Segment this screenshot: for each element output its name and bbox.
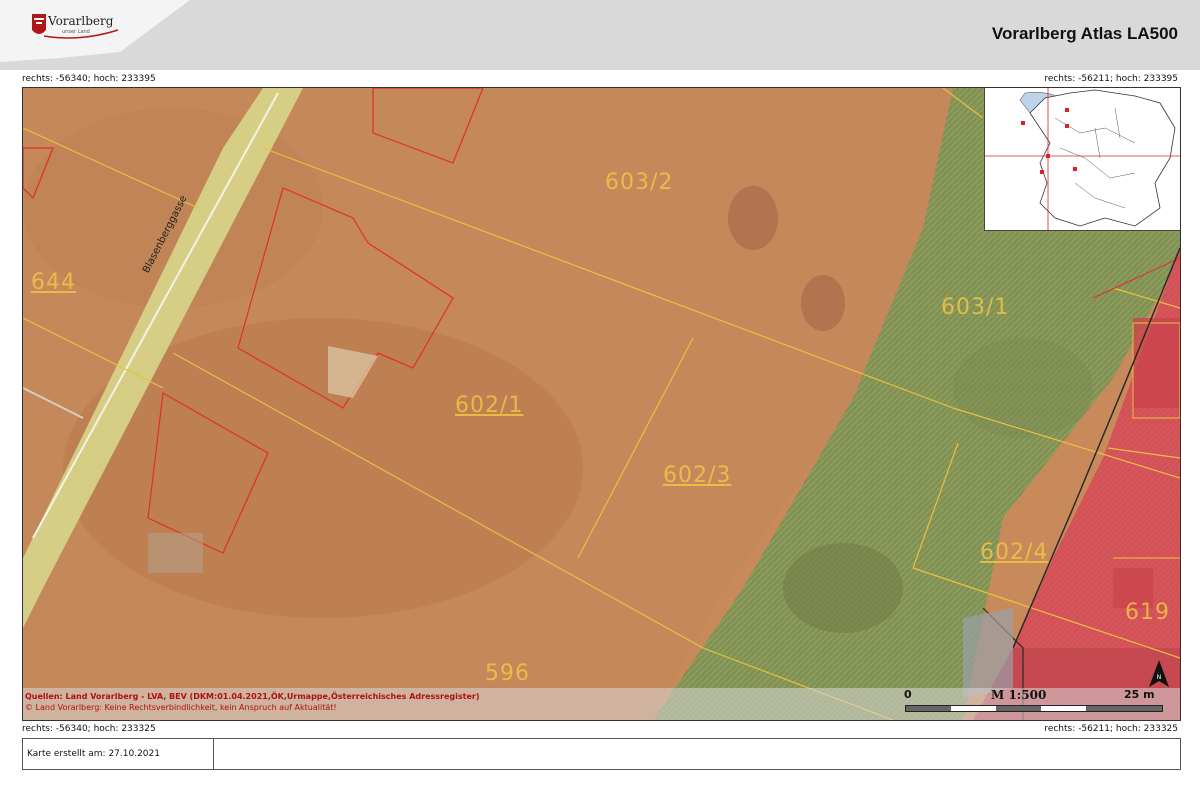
overview-map[interactable] <box>984 88 1180 231</box>
page-title: Vorarlberg Atlas LA500 <box>991 24 1178 43</box>
scale-start-label: 0 <box>904 688 912 701</box>
overview-marker <box>1021 121 1025 125</box>
credits-disclaimer: © Land Vorarlberg: Keine Rechtsverbindli… <box>25 703 337 712</box>
scale-ratio-label: M 1:500 <box>991 688 1047 702</box>
scale-end-label: 25 m <box>1124 688 1155 701</box>
north-arrow-icon: N <box>1149 660 1169 687</box>
coord-bottom-left: rechts: -56340; hoch: 233325 <box>22 724 156 734</box>
overview-marker <box>1073 167 1077 171</box>
parcel-label-596[interactable]: 596 <box>485 661 530 686</box>
overview-marker <box>1065 108 1069 112</box>
footer-date-cell: Karte erstellt am: 27.10.2021 <box>23 739 214 769</box>
coord-bottom-right: rechts: -56211; hoch: 233325 <box>1044 724 1178 734</box>
overview-marker <box>1065 124 1069 128</box>
parcel-label-602-4[interactable]: 602/4 <box>980 540 1048 565</box>
logo-subtext: unser Land <box>62 29 90 35</box>
overview-marker <box>1040 170 1044 174</box>
coord-top-right: rechts: -56211; hoch: 233395 <box>1044 74 1178 84</box>
overview-marker <box>1046 154 1050 158</box>
overview-region-outline <box>1029 89 1176 227</box>
overview-map-canvas <box>985 88 1180 230</box>
logo-text: Vorarlberg <box>48 14 114 28</box>
coord-top-left: rechts: -56340; hoch: 233395 <box>22 74 156 84</box>
map-created-date: Karte erstellt am: 27.10.2021 <box>27 749 160 759</box>
footer-info-box: Karte erstellt am: 27.10.2021 <box>22 738 1181 770</box>
svg-text:N: N <box>1157 674 1162 681</box>
parcel-label-603-2[interactable]: 603/2 <box>605 170 673 195</box>
parcel-label-602-1[interactable]: 602/1 <box>455 393 523 418</box>
parcel-label-602-3[interactable]: 602/3 <box>663 463 731 488</box>
header-bar: Vorarlberg unser Land Vorarlberg Atlas L… <box>0 0 1200 70</box>
scale-bar <box>905 705 1163 712</box>
credits-sources: Quellen: Land Vorarlberg - LVA, BEV (DKM… <box>25 692 480 701</box>
parcel-label-619[interactable]: 619 <box>1125 600 1170 625</box>
parcel-label-644[interactable]: 644 <box>31 270 76 295</box>
map-view[interactable]: Blasenberggasse 603/2 644 603/1 602/1 60… <box>22 87 1181 721</box>
parcel-label-603-1[interactable]: 603/1 <box>941 295 1009 320</box>
